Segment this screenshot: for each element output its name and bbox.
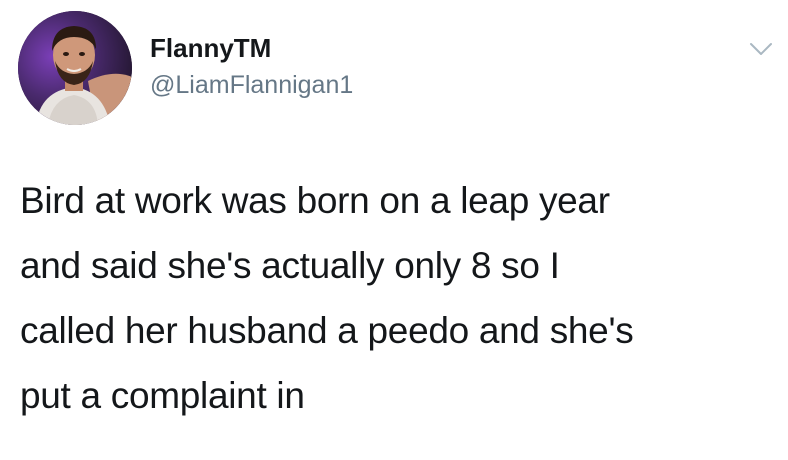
avatar[interactable]	[18, 11, 132, 125]
user-handle[interactable]: @LiamFlannigan1	[150, 68, 353, 102]
tweet-text-line: put a complaint in	[20, 375, 305, 416]
tweet-text-line: and said she's actually only 8 so I	[20, 245, 560, 286]
display-name[interactable]: FlannyTM	[150, 32, 353, 64]
profile-photo-icon	[18, 11, 132, 125]
tweet-text-line: Bird at work was born on a leap year	[20, 180, 610, 221]
tweet-text: Bird at work was born on a leap year and…	[20, 168, 780, 428]
tweet-text-line: called her husband a peedo and she's	[20, 310, 634, 351]
author-block: FlannyTM @LiamFlannigan1	[150, 32, 353, 102]
tweet: FlannyTM @LiamFlannigan1 Bird at work wa…	[0, 0, 788, 460]
chevron-down-icon[interactable]	[748, 36, 774, 62]
